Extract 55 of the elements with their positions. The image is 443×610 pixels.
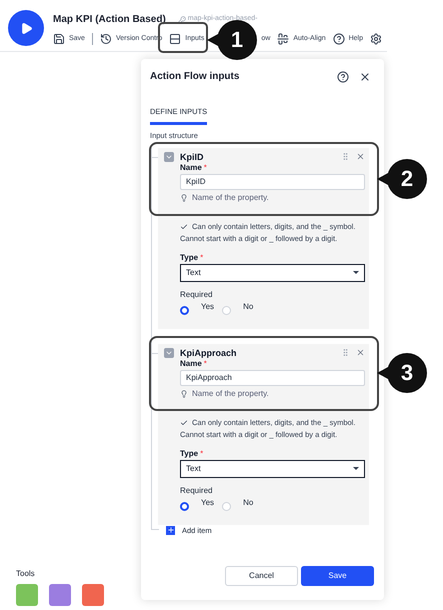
required-mark: * — [204, 162, 207, 172]
tool-tile[interactable] — [82, 584, 104, 606]
tool-tile[interactable] — [16, 584, 38, 606]
type-select[interactable]: Text — [180, 460, 365, 478]
key-icon — [178, 16, 186, 24]
check-icon — [180, 418, 188, 426]
inputs-icon — [169, 33, 182, 45]
field-label: Type — [180, 448, 198, 458]
item-title: KpiID — [180, 152, 204, 162]
tools-heading: Tools — [16, 568, 36, 580]
history-icon — [100, 33, 112, 45]
check-icon — [180, 222, 188, 230]
close-icon[interactable] — [356, 152, 365, 161]
radio-button[interactable] — [180, 306, 189, 314]
required-mark: * — [200, 448, 204, 458]
help-icon — [332, 33, 345, 45]
radio-button[interactable] — [180, 502, 189, 510]
field-hint: Name of the property. — [192, 192, 269, 202]
type-select[interactable]: Text — [180, 264, 365, 282]
drag-handle-icon[interactable] — [341, 152, 350, 161]
radio-label: Yes — [201, 302, 214, 312]
radio-label: No — [243, 498, 254, 508]
close-icon[interactable] — [359, 70, 371, 82]
field-label: Required — [180, 486, 214, 496]
lightbulb-icon — [180, 194, 188, 202]
name-field[interactable]: KpiApproach — [180, 370, 365, 386]
save-button[interactable]: Save — [301, 566, 374, 586]
required-mark: * — [200, 252, 204, 262]
field-hint: Name of the property. — [192, 388, 269, 398]
save-icon — [53, 33, 65, 45]
drag-handle-icon[interactable] — [341, 348, 350, 357]
field-label: Type — [180, 252, 198, 262]
run-button[interactable] — [8, 10, 44, 46]
plus-icon — [166, 526, 174, 534]
cancel-button[interactable]: Cancel — [225, 566, 298, 586]
align-icon — [277, 33, 290, 45]
close-icon[interactable] — [356, 348, 365, 357]
field-label: Required — [180, 290, 214, 300]
collapse-toggle[interactable] — [164, 348, 174, 358]
radio-label: No — [243, 302, 254, 312]
field-label: Name — [180, 358, 202, 368]
radio-label: Yes — [201, 498, 214, 508]
name-field[interactable]: KpiID — [180, 174, 365, 190]
panel-title: Action Flow inputs — [150, 70, 240, 84]
collapse-toggle[interactable] — [164, 152, 174, 162]
lightbulb-icon — [180, 390, 188, 398]
help-icon[interactable] — [337, 70, 349, 82]
tool-tile[interactable] — [49, 584, 71, 606]
settings-icon — [370, 33, 382, 45]
item-title: KpiApproach — [180, 348, 238, 358]
play-icon — [20, 22, 32, 34]
field-label: Name — [180, 162, 202, 172]
flow-title: Map KPI (Action Based) — [53, 13, 166, 27]
settings-button[interactable] — [370, 33, 382, 45]
required-mark: * — [204, 358, 207, 368]
